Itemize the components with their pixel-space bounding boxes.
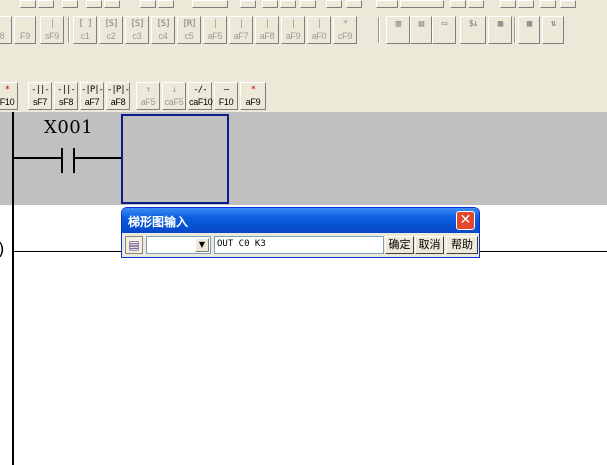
toolbar-button-parallel-pulse[interactable]: -|P|- aF7 bbox=[80, 82, 104, 110]
toolbar-button-partial[interactable] bbox=[518, 0, 534, 8]
instruction-input[interactable]: OUT C0 K3 bbox=[214, 236, 384, 254]
rung-wire-left bbox=[14, 157, 61, 159]
toolbar-separator bbox=[68, 17, 70, 43]
toolbar-button-partial[interactable] bbox=[468, 0, 484, 8]
device-toolbar-button-2[interactable]: ⇅ bbox=[542, 16, 564, 44]
device-toolbar-button[interactable]: ▦ bbox=[518, 16, 540, 44]
rung-wire-right bbox=[75, 157, 122, 159]
toolbar-button-c2[interactable]: [S] c2 bbox=[99, 16, 123, 44]
toolbar-button-partial[interactable] bbox=[20, 0, 36, 8]
toolbar-button-f9[interactable]: F9 bbox=[14, 16, 36, 44]
dialog-title: 梯形图输入 bbox=[128, 215, 189, 229]
toolbar-button-partial[interactable] bbox=[326, 0, 342, 8]
program-icon: ▥ bbox=[395, 19, 401, 29]
toolbar-button-c4[interactable]: [S] c4 bbox=[151, 16, 175, 44]
dialog-title-bar[interactable]: 梯形图输入 ✕ bbox=[122, 208, 479, 233]
monitor-toolbar-button[interactable]: $↓ bbox=[460, 16, 486, 44]
toolbar-button-parallel-falling[interactable]: -|P|- aF8 bbox=[106, 82, 130, 110]
instruction-list-button[interactable]: ▤ bbox=[125, 236, 143, 254]
monitor-icon: ▦ bbox=[497, 19, 503, 29]
toolbar-area: 8 F9 | sF9 [ ] c1 [S] c2 [S] c3 [S] c4 [R] c5 … bbox=[0, 0, 607, 112]
confirm-button[interactable]: 确定 bbox=[385, 236, 414, 254]
help-button[interactable]: 帮助 bbox=[446, 236, 478, 254]
coil-paren: ) bbox=[0, 240, 5, 260]
toolbar-button-horizontal-line[interactable]: — F10 bbox=[214, 82, 238, 110]
ladder-input-dialog: 梯形图输入 ✕ ▤ ▼ OUT C0 K3 确定 取消 帮助 bbox=[121, 207, 480, 258]
toolbar-button-c8[interactable]: 8 bbox=[0, 16, 12, 44]
toolbar-button-partial[interactable] bbox=[500, 0, 516, 8]
toolbar-button-pulse-contact[interactable]: -||- sF7 bbox=[28, 82, 52, 110]
toolbar-button-partial[interactable] bbox=[376, 0, 398, 8]
program-icon: ▤ bbox=[418, 19, 424, 29]
toolbar-button-partial[interactable] bbox=[262, 0, 278, 8]
left-power-rail bbox=[12, 112, 14, 465]
toolbar-button-partial[interactable] bbox=[450, 0, 466, 8]
contact-left-bar bbox=[61, 148, 63, 173]
toolbar-button-partial[interactable] bbox=[300, 0, 316, 8]
toolbar-button-down[interactable]: ↓ caF5 bbox=[162, 82, 186, 110]
toolbar-button-partial[interactable] bbox=[560, 0, 576, 8]
toolbar-button-partial[interactable] bbox=[280, 0, 296, 8]
element-type-select[interactable]: ▼ bbox=[146, 236, 211, 254]
toolbar-button-partial[interactable] bbox=[86, 0, 102, 8]
toolbar-button-cf9[interactable]: * cF9 bbox=[333, 16, 357, 44]
book-icon: ▤ bbox=[128, 238, 140, 252]
ladder-cursor[interactable] bbox=[121, 114, 229, 204]
device-icon: ⇅ bbox=[550, 19, 556, 29]
toolbar-separator bbox=[514, 17, 516, 43]
close-button[interactable]: ✕ bbox=[456, 211, 475, 230]
toolbar-button-af5[interactable]: | aF5 bbox=[203, 16, 227, 44]
toolbar-button-partial[interactable] bbox=[540, 0, 556, 8]
toolbar-button-c1[interactable]: [ ] c1 bbox=[73, 16, 97, 44]
error-check-button[interactable]: ▭ bbox=[432, 16, 456, 44]
program-toolbar-button-2[interactable]: ▤ bbox=[410, 16, 432, 44]
error-icon: ▭ bbox=[441, 19, 447, 29]
toolbar-button-partial[interactable] bbox=[240, 0, 256, 8]
toolbar-separator bbox=[378, 17, 380, 43]
toolbar-button-partial[interactable] bbox=[104, 0, 120, 8]
monitor-toolbar-button-2[interactable]: ▦ bbox=[488, 16, 512, 44]
dialog-body: ▤ ▼ OUT C0 K3 确定 取消 帮助 bbox=[122, 233, 479, 257]
toolbar-button-invert[interactable]: -/- caF10 bbox=[188, 82, 213, 110]
monitor-icon: $↓ bbox=[468, 19, 479, 29]
toolbar-button-sf9[interactable]: | sF9 bbox=[40, 16, 64, 44]
toolbar-button-partial[interactable] bbox=[62, 0, 78, 8]
toolbar-button-partial[interactable] bbox=[38, 0, 54, 8]
toolbar-button-partial[interactable] bbox=[158, 0, 174, 8]
program-toolbar-button-1[interactable]: ▥ bbox=[386, 16, 410, 44]
toolbar-button-af7[interactable]: | aF7 bbox=[229, 16, 253, 44]
toolbar-button-partial[interactable] bbox=[192, 0, 228, 8]
toolbar-button-c5[interactable]: [R] c5 bbox=[177, 16, 201, 44]
toolbar-button-af8[interactable]: | aF8 bbox=[255, 16, 279, 44]
toolbar-button-c3[interactable]: [S] c3 bbox=[125, 16, 149, 44]
grid-icon: ▦ bbox=[526, 19, 532, 29]
contact-device-label: X001 bbox=[44, 117, 94, 138]
toolbar-button-up[interactable]: ↑ aF5 bbox=[136, 82, 160, 110]
toolbar-button-partial[interactable] bbox=[140, 0, 156, 8]
toolbar-button-af0[interactable]: | aF0 bbox=[307, 16, 331, 44]
ladder-editor-area[interactable]: X001 ) bbox=[0, 112, 607, 465]
contact-right-bar bbox=[73, 148, 75, 173]
toolbar-button-partial[interactable] bbox=[346, 0, 362, 8]
toolbar-button-partial[interactable] bbox=[400, 0, 444, 8]
toolbar-button-delete[interactable]: * F10 bbox=[0, 82, 18, 110]
cancel-button[interactable]: 取消 bbox=[415, 236, 444, 254]
chevron-down-icon[interactable]: ▼ bbox=[195, 238, 209, 252]
toolbar-button-falling-contact[interactable]: -||- sF8 bbox=[54, 82, 78, 110]
toolbar-button-af9[interactable]: | aF9 bbox=[281, 16, 305, 44]
close-icon: ✕ bbox=[459, 212, 472, 228]
toolbar-top-strip bbox=[0, 0, 607, 8]
toolbar-button-delete-line[interactable]: * aF9 bbox=[240, 82, 266, 110]
